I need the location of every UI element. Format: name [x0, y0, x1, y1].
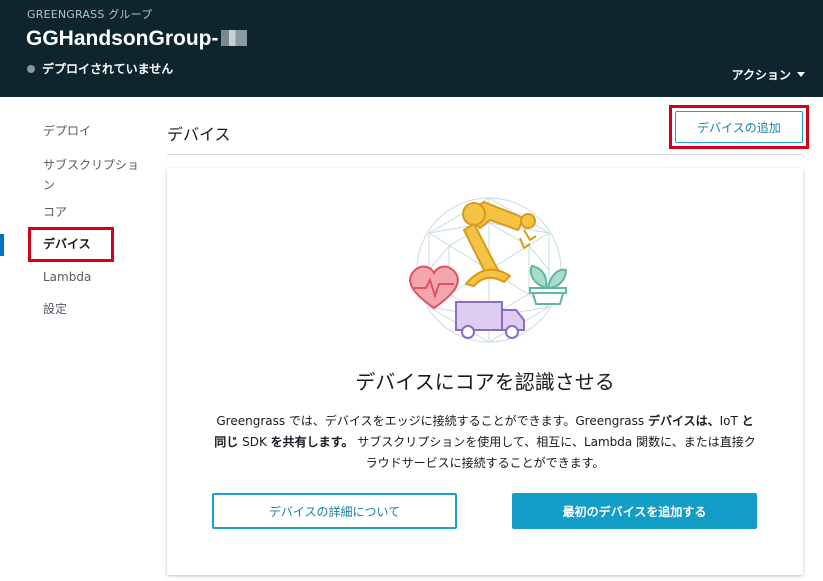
breadcrumb[interactable]: GREENGRASS グループ [27, 6, 152, 22]
button-highlight-annotation [669, 105, 809, 149]
desc-text-4: サブスクリプションを使用して、相互に、Lambda 関数に、または直接クラウドサ… [353, 435, 756, 470]
desc-bold-3: を共有します。 [270, 435, 354, 449]
section-title: デバイス [167, 125, 231, 144]
group-header: GREENGRASS グループ GGHandsonGroup- デプロイされてい… [0, 0, 823, 97]
sidebar-item-subscriptions[interactable]: サブスクリプション [43, 155, 143, 195]
plant-icon [529, 264, 568, 305]
caret-down-icon [797, 72, 805, 77]
status-text: デプロイされていません [42, 62, 174, 76]
sidebar-item-deploy[interactable]: デプロイ [43, 121, 91, 141]
page-title: GGHandsonGroup- [26, 27, 247, 51]
sidebar-highlight-annotation [28, 227, 114, 262]
devices-illustration [409, 197, 568, 343]
desc-text-1: Greengrass では、デバイスをエッジに接続することができます。Green… [216, 414, 648, 428]
sidebar-item-settings[interactable]: 設定 [43, 299, 67, 319]
status-dot-icon [27, 65, 35, 73]
actions-menu-button[interactable]: アクション [732, 66, 805, 83]
sidebar-item-lambda[interactable]: Lambda [43, 267, 91, 287]
deploy-status: デプロイされていません [27, 60, 173, 77]
sidebar: デプロイ サブスクリプション コア デバイス Lambda 設定 [0, 97, 150, 581]
active-indicator [0, 234, 4, 256]
card-description: Greengrass では、デバイスをエッジに接続することができます。Green… [211, 411, 759, 474]
sidebar-item-core[interactable]: コア [43, 202, 67, 222]
desc-text-3: SDK [238, 435, 271, 449]
empty-state-card: デバイスにコアを認識させる Greengrass では、デバイスをエッジに接続す… [167, 168, 803, 575]
redacted-suffix [220, 30, 247, 46]
desc-text-2: IoT [719, 414, 742, 428]
group-name: GGHandsonGroup- [26, 27, 219, 50]
add-first-device-button[interactable]: 最初のデバイスを追加する [512, 493, 757, 529]
card-title: デバイスにコアを認識させる [355, 370, 615, 394]
actions-label: アクション [731, 68, 791, 82]
learn-about-devices-button[interactable]: デバイスの詳細について [212, 493, 457, 529]
desc-bold-1: デバイスは、 [647, 414, 720, 428]
heart-monitor-icon [409, 265, 459, 310]
divider [167, 154, 803, 155]
truck-icon [455, 301, 525, 339]
